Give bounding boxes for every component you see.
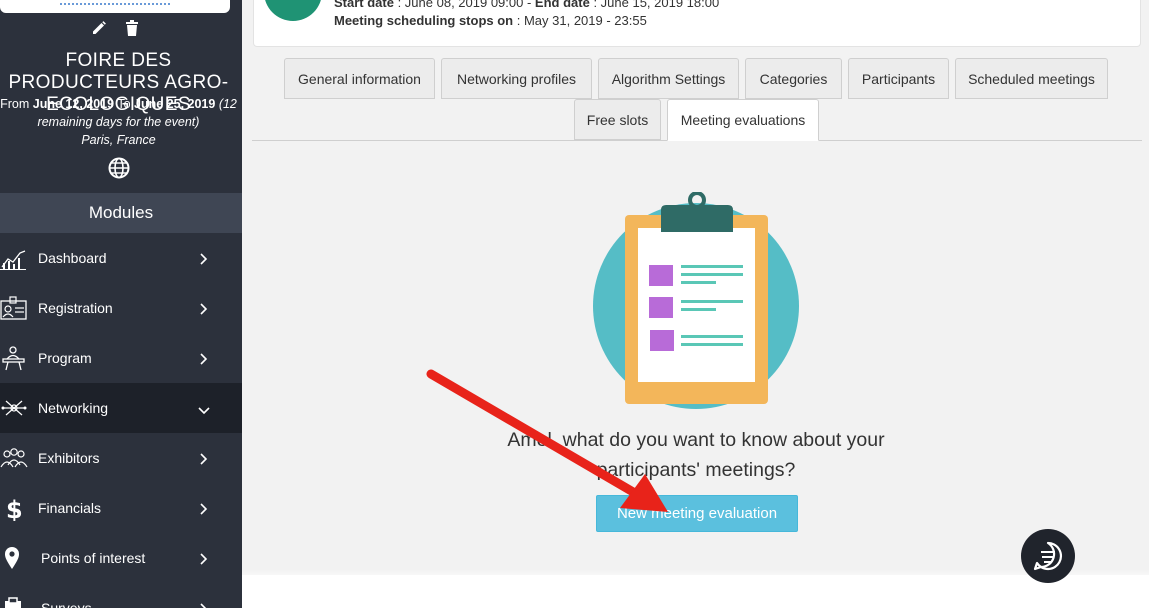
avatar (264, 0, 322, 21)
id-card-icon (0, 295, 28, 321)
chevron-right-icon (198, 502, 208, 518)
event-dates: From June 12, 2019 To June 25, 2019 (12 … (0, 97, 237, 147)
chevron-right-icon (198, 352, 208, 368)
chevron-down-icon (198, 402, 210, 418)
tab-scheduled-meetings[interactable]: Scheduled meetings (955, 58, 1108, 99)
event-summary-card: Start date : June 08, 2019 09:00 - End d… (253, 0, 1141, 47)
sidebar-item-label: Surveys (41, 600, 92, 608)
sidebar-item-registration[interactable]: Registration (0, 283, 242, 333)
sidebar-item-surveys[interactable]: Surveys (0, 583, 242, 608)
event-location: Paris, France (81, 133, 156, 147)
svg-text:$: $ (6, 496, 23, 521)
sidebar-item-label: Dashboard (38, 250, 107, 266)
dollar-icon: $ (0, 495, 28, 524)
people-icon (0, 445, 28, 471)
new-meeting-evaluation-button[interactable]: New meeting evaluation (596, 495, 798, 532)
event-date-range: Start date : June 08, 2019 09:00 - End d… (334, 0, 720, 10)
sidebar-item-networking[interactable]: Networking (0, 383, 242, 433)
map-pin-icon (0, 545, 28, 571)
chat-button[interactable] (1021, 529, 1075, 583)
tab-categories[interactable]: Categories (745, 58, 842, 99)
podium-icon (0, 345, 28, 371)
tab-general-information[interactable]: General information (284, 58, 435, 99)
chevron-right-icon (198, 552, 208, 568)
sidebar-item-label: Program (38, 350, 92, 366)
scheduling-deadline: Meeting scheduling stops on : May 31, 20… (334, 13, 647, 28)
tab-free-slots[interactable]: Free slots (574, 99, 661, 140)
sidebar-item-exhibitors[interactable]: Exhibitors (0, 433, 242, 483)
sidebar-item-points-of-interest[interactable]: Points of interest (0, 533, 242, 583)
pencil-icon[interactable] (91, 20, 107, 36)
chat-bubble-icon (1021, 541, 1075, 587)
modules-menu: Dashboard Registration Program Networkin… (0, 233, 242, 608)
tab-participants[interactable]: Participants (848, 58, 949, 99)
chevron-right-icon (198, 602, 208, 608)
sidebar: FOIRE DES PRODUCTEURS AGRO-ECOLOGIQUES F… (0, 0, 242, 608)
sidebar-item-label: Registration (38, 300, 113, 316)
sidebar-item-program[interactable]: Program (0, 333, 242, 383)
modules-header: Modules (0, 193, 242, 233)
clipboard-icon (0, 595, 28, 608)
clipboard-illustration (593, 192, 799, 409)
chevron-right-icon (198, 302, 208, 318)
tab-algorithm-settings[interactable]: Algorithm Settings (598, 58, 739, 99)
sidebar-item-label: Financials (38, 500, 102, 516)
chevron-right-icon (198, 452, 208, 468)
tab-networking-profiles[interactable]: Networking profiles (441, 58, 592, 99)
chart-icon (0, 245, 28, 271)
sidebar-item-label: Exhibitors (38, 450, 100, 466)
globe-icon[interactable] (108, 157, 130, 184)
evaluation-prompt: Amel, what do you want to know about you… (507, 429, 885, 481)
sidebar-item-financials[interactable]: $ Financials (0, 483, 242, 533)
trash-icon[interactable] (125, 20, 139, 36)
network-icon (0, 395, 28, 421)
chevron-right-icon (198, 252, 208, 268)
footer-bar (242, 575, 1149, 608)
tab-meeting-evaluations[interactable]: Meeting evaluations (667, 99, 819, 141)
sidebar-item-label: Networking (38, 400, 109, 416)
sidebar-item-label: Points of interest (41, 550, 146, 566)
sidebar-item-dashboard[interactable]: Dashboard (0, 233, 242, 283)
event-logo-card (0, 0, 230, 13)
event-actions (0, 20, 230, 36)
